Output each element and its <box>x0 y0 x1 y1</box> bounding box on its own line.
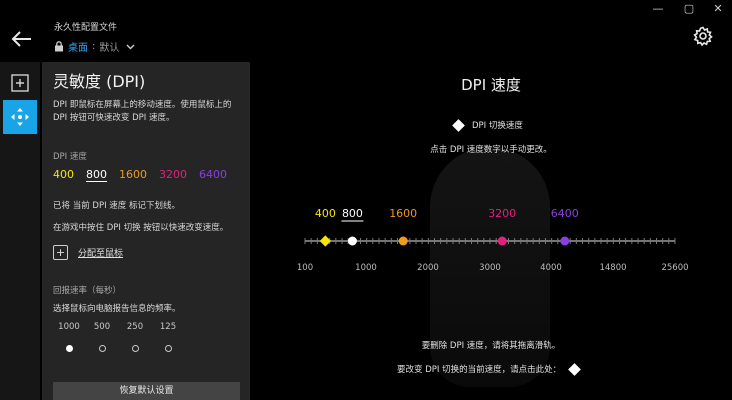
radio-unselected <box>131 345 139 352</box>
dpi-slider[interactable]: 100 1000 2000 3000 4000 14800 25600 400 800 1600 3… <box>250 202 732 282</box>
sensitivity-panel: 灵敏度 (DPI) DPI 即鼠标在屏幕上的移动速度。使用鼠标上的 DPI 按钮… <box>42 62 250 400</box>
radio-unselected <box>98 345 106 352</box>
assign-label: 分配至鼠标 <box>78 249 124 259</box>
dpi-preset[interactable]: 3200 <box>159 168 187 182</box>
report-rate-options: 1000 500 250 125 <box>53 322 183 362</box>
radio-selected <box>65 345 73 352</box>
dpi-marker-label[interactable]: 800 <box>342 207 363 220</box>
radio-unselected <box>164 345 172 352</box>
dpi-marker[interactable] <box>497 236 507 246</box>
profile-value: 默认 <box>99 43 120 54</box>
left-icon-rail <box>0 62 40 400</box>
dpi-marker-label[interactable]: 1600 <box>389 207 417 220</box>
reset-defaults-button[interactable]: 恢复默认设置 <box>53 382 240 400</box>
plus-icon: + <box>53 245 68 260</box>
dpi-shift-diamond-icon[interactable] <box>568 362 581 376</box>
report-rate-option[interactable]: 125 <box>152 322 184 352</box>
dpi-preset[interactable]: 400 <box>53 168 74 182</box>
panel-description: DPI 即鼠标在屏幕上的移动速度。使用鼠标上的 DPI 按钮可快速改变 DPI … <box>53 100 232 123</box>
report-rate-label: 回报速率（每秒） <box>53 286 122 296</box>
move-arrows-icon <box>11 108 29 126</box>
slider-axis-label: 3000 <box>479 263 501 273</box>
report-rate-option[interactable]: 500 <box>86 322 118 352</box>
diamond-icon <box>452 118 465 132</box>
change-shift-hint: 要改变 DPI 切换的当前速度，请点击此处： <box>397 362 581 376</box>
report-rate-option[interactable]: 1000 <box>53 322 85 352</box>
profile-title: 永久性配置文件 <box>54 23 118 33</box>
current-speed-note: 已将 当前 DPI 速度 标记下划线。 <box>53 201 180 211</box>
dpi-preset[interactable]: 6400 <box>199 168 227 182</box>
delete-dpi-hint: 要删除 DPI 速度，请将其拖离滑轨。 <box>421 341 561 351</box>
dpi-shift-legend: DPI 切换速度 <box>452 118 523 132</box>
report-rate-value: 125 <box>159 322 177 332</box>
add-square-icon <box>11 74 29 92</box>
profile-location: 桌面 <box>68 43 88 54</box>
lock-icon <box>55 41 63 52</box>
dpi-marker-label[interactable]: 6400 <box>551 207 579 220</box>
dpi-marker[interactable] <box>560 236 570 246</box>
dpi-preset[interactable]: 1600 <box>119 168 147 182</box>
chevron-down-icon <box>126 44 135 49</box>
assign-to-mouse-button[interactable]: + 分配至鼠标 <box>53 245 123 260</box>
report-rate-description: 选择鼠标向电脑报告信息的频率。 <box>53 304 181 314</box>
dpi-main-area: DPI 速度 DPI 切换速度 点击 DPI 速度数字以手动更改。 100 100… <box>250 62 732 400</box>
rail-item-sensitivity[interactable] <box>3 100 37 134</box>
report-rate-value: 1000 <box>58 322 80 332</box>
slider-axis-label: 14800 <box>599 263 626 273</box>
close-button[interactable]: ✕ <box>708 2 728 15</box>
dpi-speed-label: DPI 速度 <box>53 152 87 162</box>
legend-label: DPI 切换速度 <box>472 121 523 131</box>
click-to-edit-hint: 点击 DPI 速度数字以手动更改。 <box>430 145 552 155</box>
back-arrow-icon[interactable] <box>10 30 32 48</box>
dpi-speed-title: DPI 速度 <box>461 76 521 94</box>
profile-separator: : <box>92 41 96 52</box>
slider-axis-label: 2000 <box>417 263 439 273</box>
dpi-shift-note: 在游戏中按住 DPI 切换 按钮以快速改变速度。 <box>53 223 229 233</box>
report-rate-value: 500 <box>93 322 111 332</box>
profile-selector[interactable]: 桌面 : 默认 <box>54 39 135 54</box>
slider-axis-label: 1000 <box>355 263 377 273</box>
minimize-button[interactable]: — <box>648 2 668 15</box>
dpi-preset-list: 400 800 1600 3200 6400 <box>53 168 227 182</box>
slider-axis-label: 100 <box>297 263 313 273</box>
panel-title: 灵敏度 (DPI) <box>53 72 146 91</box>
dpi-marker-label[interactable]: 3200 <box>488 207 516 220</box>
dpi-marker[interactable] <box>398 236 408 246</box>
dpi-marker[interactable] <box>347 236 357 246</box>
maximize-button[interactable]: ▢ <box>679 2 699 15</box>
slider-axis-label: 4000 <box>540 263 562 273</box>
gear-icon[interactable] <box>693 26 713 46</box>
rail-item-assignments[interactable] <box>3 66 37 100</box>
dpi-marker-shift[interactable] <box>319 235 331 247</box>
dpi-marker-label[interactable]: 400 <box>315 207 336 220</box>
title-bar: 永久性配置文件 桌面 : 默认 — ▢ ✕ <box>0 0 732 62</box>
report-rate-option[interactable]: 250 <box>119 322 151 352</box>
slider-axis-label: 25600 <box>661 263 688 273</box>
dpi-preset-current[interactable]: 800 <box>86 168 107 182</box>
change-shift-label: 要改变 DPI 切换的当前速度，请点击此处： <box>397 365 562 375</box>
report-rate-value: 250 <box>126 322 144 332</box>
